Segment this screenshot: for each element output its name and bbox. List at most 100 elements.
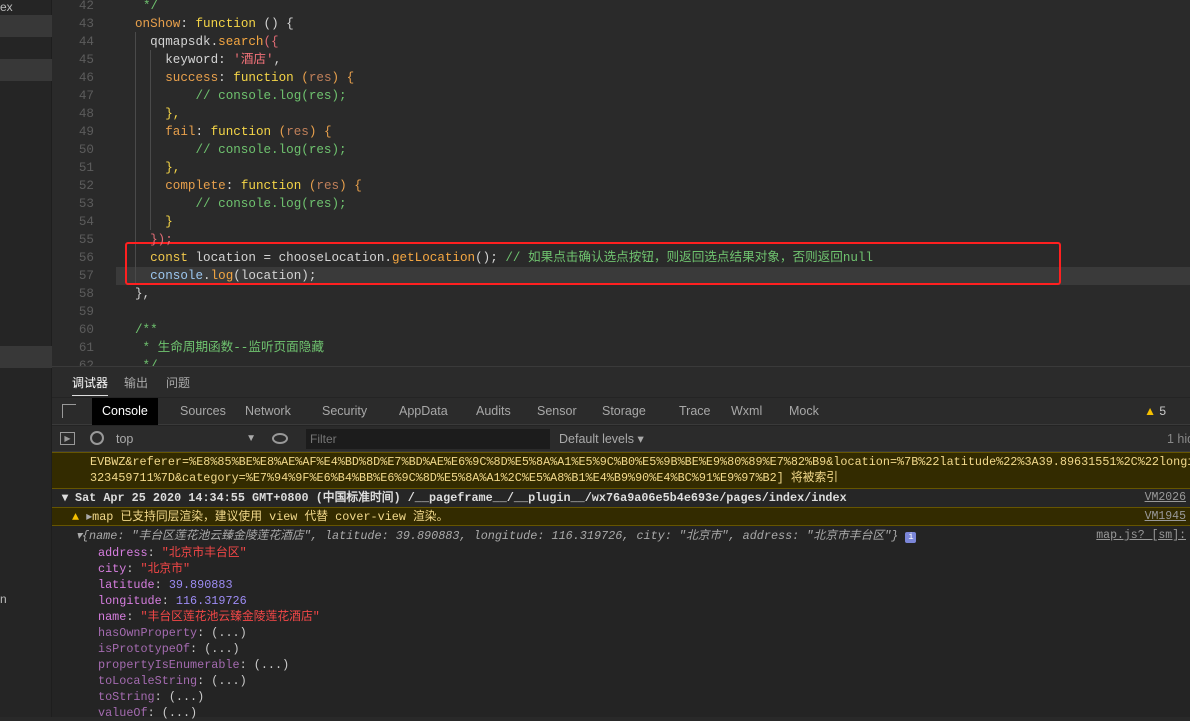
- code-line[interactable]: complete: function (res) {: [135, 177, 362, 195]
- code-line[interactable]: success: function (res) {: [135, 69, 354, 87]
- source-link[interactable]: VM2026: [1145, 489, 1186, 507]
- code-token: (: [301, 179, 317, 193]
- property-key: name: [98, 610, 127, 624]
- code-editor[interactable]: 42 */43 onShow: function () {44 qqmapsdk.s…: [52, 0, 1190, 366]
- inspect-element-icon[interactable]: [62, 404, 76, 418]
- property-value: (...): [253, 658, 290, 672]
- console-group[interactable]: ▾ Sat Apr 25 2020 14:34:55 GMT+0800 (中国标…: [52, 489, 1190, 507]
- tab-storage[interactable]: Storage: [592, 398, 656, 425]
- code-token: * 生命周期函数--监听页面隐藏: [135, 341, 324, 355]
- property-key: toLocaleString: [98, 674, 198, 688]
- object-property[interactable]: propertyIsEnumerable: (...): [98, 657, 289, 673]
- line-number: 58: [78, 287, 94, 301]
- property-value: 116.319726: [175, 594, 247, 608]
- warning-icon[interactable]: ▲ 5: [1144, 398, 1166, 425]
- info-icon: i: [905, 532, 917, 543]
- code-token: },: [135, 161, 181, 175]
- object-property[interactable]: city: "北京市": [98, 561, 190, 577]
- sidebar-fragment: n: [0, 592, 7, 606]
- hidden-count: 1 hid: [1167, 432, 1190, 446]
- eye-icon[interactable]: [272, 433, 288, 444]
- property-key: latitude: [98, 578, 155, 592]
- warning-icon: ▲: [72, 510, 80, 524]
- tab-security[interactable]: Security: [312, 398, 377, 425]
- code-line[interactable]: * 生命周期函数--监听页面隐藏: [135, 339, 324, 357]
- code-token: keyword: [135, 53, 219, 67]
- code-line[interactable]: }: [135, 213, 173, 231]
- tab-sources[interactable]: Sources: [170, 398, 236, 425]
- code-token: search: [218, 35, 264, 49]
- sidebar-item[interactable]: [0, 346, 52, 368]
- tab-output[interactable]: 输出: [124, 374, 148, 391]
- object-property[interactable]: address: "北京市丰台区": [98, 545, 247, 561]
- property-value: (...): [211, 674, 247, 688]
- object-property[interactable]: toString: (...): [98, 689, 204, 705]
- object-property[interactable]: hasOwnProperty: (...): [98, 625, 247, 641]
- code-line[interactable]: qqmapsdk.search({: [135, 33, 279, 51]
- code-line[interactable]: fail: function (res) {: [135, 123, 331, 141]
- tab-debugger[interactable]: 调试器: [72, 374, 109, 396]
- code-line[interactable]: /**: [135, 321, 158, 339]
- tab-problems[interactable]: 问题: [166, 374, 190, 391]
- property-key: city: [98, 562, 127, 576]
- code-token: onShow: [135, 17, 181, 31]
- line-number: 46: [78, 71, 94, 85]
- code-line[interactable]: });: [135, 231, 173, 249]
- object-property[interactable]: latitude: 39.890883: [98, 577, 233, 593]
- filter-input[interactable]: [306, 429, 550, 449]
- line-number: 57: [78, 269, 94, 283]
- tab-mock[interactable]: Mock: [779, 398, 829, 425]
- code-token: // console.log(res);: [135, 89, 347, 103]
- code-token: () {: [255, 17, 294, 31]
- code-line[interactable]: // console.log(res);: [135, 195, 346, 213]
- source-link[interactable]: map.js? [sm]:: [1096, 527, 1186, 545]
- code-token: (: [293, 71, 309, 85]
- code-token: :: [218, 71, 234, 85]
- object-property[interactable]: longitude: 116.319726: [98, 593, 247, 609]
- code-line[interactable]: },: [135, 285, 150, 303]
- code-token: function: [210, 125, 272, 139]
- code-token: getLocation: [391, 251, 476, 265]
- tab-appdata[interactable]: AppData: [389, 398, 458, 425]
- object-property[interactable]: valueOf: (...): [98, 705, 197, 721]
- source-link[interactable]: VM1945: [1145, 508, 1186, 525]
- context-select[interactable]: top ▼: [116, 426, 256, 452]
- object-property[interactable]: toLocaleString: (...): [98, 673, 247, 689]
- code-line[interactable]: keyword: '酒店',: [135, 51, 281, 69]
- code-line[interactable]: },: [135, 159, 180, 177]
- code-token: }: [135, 215, 173, 229]
- sidebar-item[interactable]: [0, 15, 52, 37]
- code-token: */: [135, 359, 158, 366]
- object-property[interactable]: isPrototypeOf: (...): [98, 641, 240, 657]
- sidebar-item[interactable]: [0, 59, 52, 81]
- tab-sensor[interactable]: Sensor: [527, 398, 587, 425]
- object-property[interactable]: name: "丰台区莲花池云臻金陵莲花酒店": [98, 609, 320, 625]
- code-line[interactable]: const location = chooseLocation.getLocat…: [135, 249, 873, 267]
- property-key: isPrototypeOf: [98, 642, 191, 656]
- code-line[interactable]: */: [135, 0, 158, 15]
- code-line[interactable]: onShow: function () {: [135, 15, 294, 33]
- object-summary[interactable]: ▾{name: "丰台区莲花池云臻金陵莲花酒店", latitude: 39.8…: [52, 527, 1190, 545]
- tab-network[interactable]: Network: [235, 398, 301, 425]
- code-line[interactable]: },: [135, 105, 180, 123]
- code-token: success: [135, 71, 219, 85]
- code-line[interactable]: */: [135, 357, 158, 366]
- sidebar-toggle-icon[interactable]: ▶: [60, 432, 75, 445]
- tab-trace[interactable]: Trace: [669, 398, 721, 425]
- code-line[interactable]: // console.log(res);: [135, 141, 346, 159]
- code-token: qqmapsdk: [135, 35, 211, 49]
- tab-console[interactable]: Console: [92, 398, 158, 425]
- line-number: 52: [78, 179, 94, 193]
- code-token: */: [143, 0, 159, 13]
- tab-audits[interactable]: Audits: [466, 398, 521, 425]
- tab-wxml[interactable]: Wxml: [721, 398, 772, 425]
- clear-console-icon[interactable]: [90, 431, 104, 445]
- code-line[interactable]: // console.log(res);: [135, 87, 347, 105]
- code-token: });: [135, 233, 173, 247]
- code-line[interactable]: console.log(location);: [135, 267, 316, 285]
- console-output: EVBWZ&referer=%E8%85%BE%E8%AE%AF%E4%BD%8…: [52, 452, 1190, 720]
- code-token: res: [308, 71, 332, 85]
- code-token: },: [135, 287, 151, 301]
- levels-dropdown[interactable]: Default levels ▾: [559, 426, 644, 452]
- code-token: ) {: [339, 179, 362, 193]
